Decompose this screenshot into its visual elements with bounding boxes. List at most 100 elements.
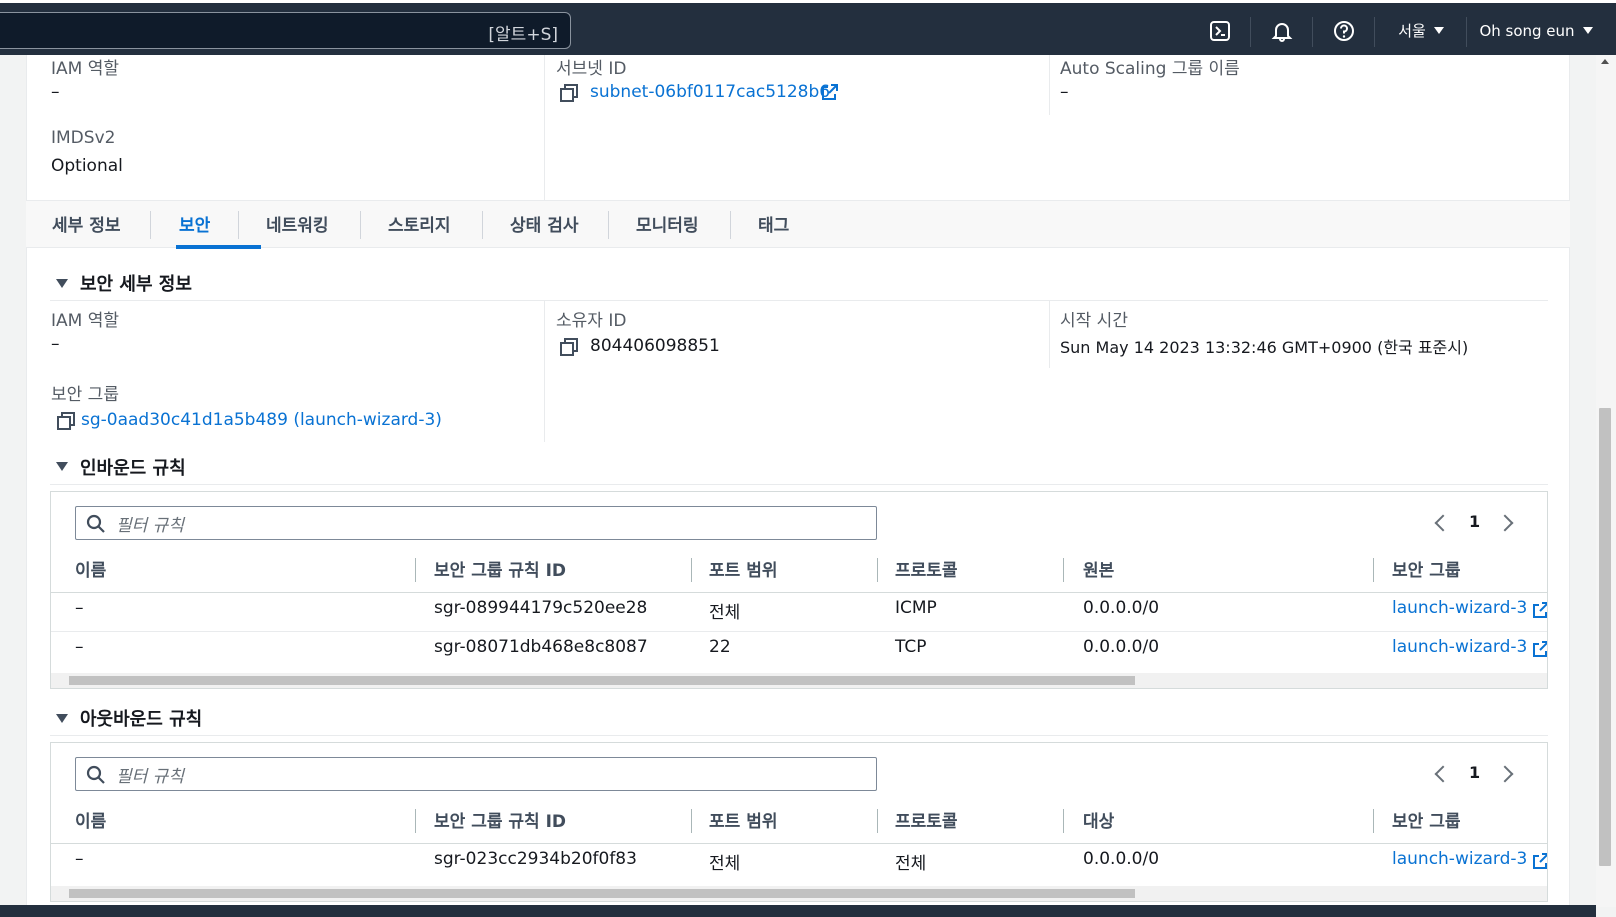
cell-security-group-link[interactable]: launch-wizard-3 [1392, 637, 1527, 657]
inbound-filter-placeholder: 필터 규칙 [116, 516, 184, 536]
tab-networking[interactable]: 네트워킹 [266, 211, 329, 236]
col-header-security-group[interactable]: 보안 그룹 [1392, 556, 1460, 581]
cell-port-range: 전체 [709, 854, 741, 874]
search-icon [86, 765, 105, 784]
chevron-right-icon[interactable] [1496, 765, 1514, 783]
security-details-title[interactable]: 보안 세부 정보 [80, 270, 192, 296]
horizontal-scrollbar[interactable] [51, 673, 1547, 688]
vertical-scrollbar[interactable] [1596, 55, 1616, 907]
caret-down-icon[interactable] [56, 279, 68, 288]
tab-storage[interactable]: 스토리지 [388, 211, 451, 236]
scrollbar-thumb[interactable] [69, 676, 1135, 685]
col-header-port-range[interactable]: 포트 범위 [709, 556, 777, 581]
column-resizer[interactable] [1063, 809, 1064, 833]
chevron-left-icon[interactable] [1434, 765, 1452, 783]
column-resizer[interactable] [877, 809, 878, 833]
cell-name: – [75, 849, 84, 869]
column-resizer[interactable] [1373, 558, 1374, 582]
column-divider [544, 55, 545, 200]
inbound-filter-input[interactable]: 필터 규칙 [75, 506, 877, 540]
tab-security[interactable]: 보안 [179, 211, 210, 236]
chevron-left-icon[interactable] [1434, 514, 1452, 532]
col-header-security-group[interactable]: 보안 그룹 [1392, 807, 1460, 832]
inbound-page-number[interactable]: 1 [1469, 512, 1480, 531]
bell-icon [1271, 22, 1293, 42]
topbar-divider [1466, 17, 1467, 47]
col-header-port-range[interactable]: 포트 범위 [709, 807, 777, 832]
external-link-icon[interactable] [1533, 641, 1548, 657]
cloudshell-icon [1210, 20, 1230, 41]
help-icon [1334, 20, 1354, 41]
cell-name: – [75, 637, 84, 657]
outbound-filter-input[interactable]: 필터 규칙 [75, 757, 877, 791]
search-input[interactable]: [알트+S] [0, 12, 571, 49]
col-header-rule-id[interactable]: 보안 그룹 규칙 ID [434, 556, 566, 581]
copy-icon[interactable] [560, 338, 578, 356]
tab-tags[interactable]: 태그 [758, 211, 789, 236]
row-divider [51, 631, 1547, 632]
column-resizer[interactable] [877, 558, 878, 582]
iam-role-label: IAM 역할 [51, 59, 119, 79]
tab-divider [150, 211, 151, 239]
external-link-icon[interactable] [1533, 602, 1548, 618]
outbound-rules-title[interactable]: 아웃바운드 규칙 [80, 705, 202, 731]
horizontal-scrollbar[interactable] [51, 886, 1547, 901]
section-divider [50, 300, 1548, 301]
region-selector[interactable]: 서울 [1384, 3, 1458, 58]
scroll-up-arrow-icon[interactable] [1601, 59, 1609, 64]
column-resizer[interactable] [415, 558, 416, 582]
active-tab-indicator [176, 245, 261, 249]
inbound-rules-title[interactable]: 인바운드 규칙 [80, 454, 186, 480]
copy-icon[interactable] [560, 84, 578, 102]
help-button[interactable] [1324, 3, 1364, 58]
cell-security-group-link[interactable]: launch-wizard-3 [1392, 598, 1527, 618]
col-header-rule-id[interactable]: 보안 그룹 규칙 ID [434, 807, 566, 832]
caret-down-icon[interactable] [56, 714, 68, 723]
topbar-divider [1312, 17, 1313, 47]
external-link-icon[interactable] [1533, 853, 1548, 869]
account-menu[interactable]: Oh song eun [1478, 3, 1594, 58]
search-shortcut-hint: [알트+S] [488, 25, 558, 45]
tab-status-checks[interactable]: 상태 검사 [510, 211, 578, 236]
caret-down-icon[interactable] [56, 462, 68, 471]
col-header-destination[interactable]: 대상 [1083, 807, 1114, 832]
cloudshell-button[interactable] [1200, 3, 1240, 58]
cell-source: 0.0.0.0/0 [1083, 637, 1160, 657]
external-link-icon[interactable] [822, 84, 838, 100]
outbound-page-number[interactable]: 1 [1469, 763, 1480, 782]
asg-value: – [1060, 82, 1069, 102]
outbound-filter-placeholder: 필터 규칙 [116, 767, 184, 787]
scrollbar-thumb[interactable] [69, 889, 1135, 898]
cell-rule-id: sgr-023cc2934b20f0f83 [434, 849, 637, 869]
tab-bar: 세부 정보 보안 네트워킹 스토리지 상태 검사 모니터링 태그 [26, 200, 1570, 249]
security-group-link[interactable]: sg-0aad30c41d1a5b489 (launch-wizard-3) [81, 410, 442, 430]
column-resizer[interactable] [1063, 558, 1064, 582]
column-resizer[interactable] [1373, 809, 1374, 833]
col-header-source[interactable]: 원본 [1083, 556, 1114, 581]
col-header-protocol[interactable]: 프로토콜 [895, 556, 958, 581]
inbound-rules-table: 필터 규칙 1 이름 보안 그룹 규칙 ID 포트 범위 프로토콜 원본 보안 … [50, 491, 1548, 689]
search-icon [86, 514, 105, 533]
iam-role-value: – [51, 82, 60, 102]
footer-bar [0, 905, 1596, 917]
notifications-button[interactable] [1262, 3, 1302, 58]
tab-details[interactable]: 세부 정보 [52, 211, 120, 236]
column-resizer[interactable] [415, 809, 416, 833]
cell-security-group-link[interactable]: launch-wizard-3 [1392, 849, 1527, 869]
col-header-protocol[interactable]: 프로토콜 [895, 807, 958, 832]
subnet-link[interactable]: subnet-06bf0117cac5128b6 [590, 82, 830, 102]
chevron-right-icon[interactable] [1496, 514, 1514, 532]
column-resizer[interactable] [691, 558, 692, 582]
topbar-divider [1250, 17, 1251, 47]
sec-iam-role-label: IAM 역할 [51, 311, 119, 331]
cell-destination: 0.0.0.0/0 [1083, 849, 1160, 869]
col-header-name[interactable]: 이름 [75, 556, 106, 581]
scrollbar-thumb[interactable] [1599, 408, 1611, 866]
copy-icon[interactable] [57, 412, 75, 430]
security-group-label: 보안 그룹 [51, 385, 119, 405]
tab-divider [360, 211, 361, 239]
tab-monitoring[interactable]: 모니터링 [636, 211, 699, 236]
user-name: Oh song eun [1479, 21, 1575, 40]
column-resizer[interactable] [691, 809, 692, 833]
col-header-name[interactable]: 이름 [75, 807, 106, 832]
